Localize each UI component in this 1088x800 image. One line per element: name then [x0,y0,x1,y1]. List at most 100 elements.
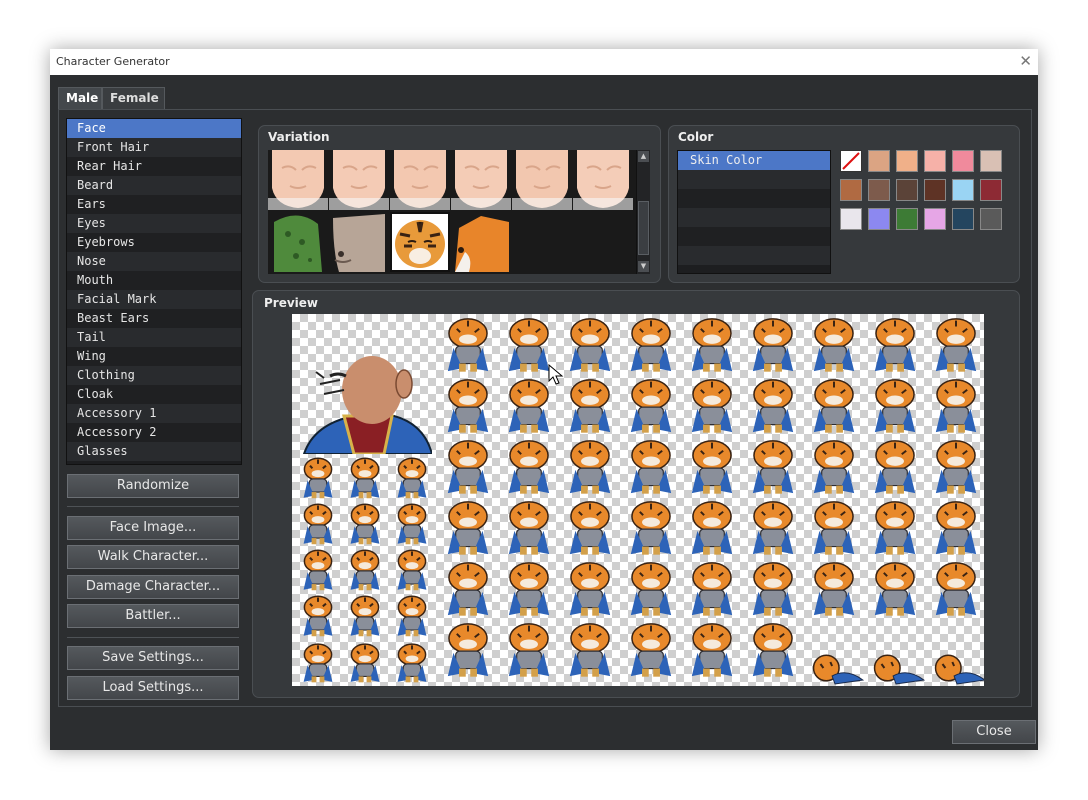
color-swatch[interactable] [924,179,946,201]
battler-button[interactable]: Battler... [67,604,239,628]
walk-sprite [397,549,427,591]
title-bar: Character Generator ✕ [50,49,1038,75]
tiger-face-icon [390,212,450,272]
color-swatch[interactable] [952,208,974,230]
walk-sprite [303,549,333,591]
no-color-icon [842,152,860,170]
walk-character-button[interactable]: Walk Character... [67,545,239,569]
battler-sprite [874,318,916,372]
part-item[interactable]: Eyebrows [67,233,241,252]
variation-thumb[interactable] [268,150,328,210]
color-swatch[interactable] [868,208,890,230]
randomize-button[interactable]: Randomize [67,474,239,498]
battler-sprite [935,379,977,433]
color-swatch[interactable] [868,150,890,172]
color-target-empty-row [678,170,830,189]
battler-sprite [691,318,733,372]
battler-sprite [752,623,794,677]
preview-title: Preview [264,296,319,310]
tab-male[interactable]: Male [58,87,102,110]
save-settings-button[interactable]: Save Settings... [67,646,239,670]
color-swatch[interactable] [896,208,918,230]
variation-grid[interactable] [268,150,638,274]
fox-face-icon [451,212,511,272]
color-swatch[interactable] [896,150,918,172]
part-item[interactable]: Tail [67,328,241,347]
preview-canvas [292,314,984,686]
color-swatch[interactable] [896,179,918,201]
part-item[interactable]: Eyes [67,214,241,233]
color-swatch[interactable] [980,208,1002,230]
face-image-button[interactable]: Face Image... [67,516,239,540]
part-item[interactable]: Clothing [67,366,241,385]
variation-scrollbar[interactable]: ▲ ▼ [636,150,650,274]
part-item[interactable]: Ears [67,195,241,214]
color-swatch[interactable] [980,150,1002,172]
variation-thumb[interactable] [329,150,389,210]
walk-sprite [350,549,380,591]
load-settings-button[interactable]: Load Settings... [67,676,239,700]
part-item[interactable]: Wing [67,347,241,366]
part-item[interactable]: Beast Ears [67,309,241,328]
part-item[interactable]: Rear Hair [67,157,241,176]
no-color-swatch[interactable] [840,150,862,172]
walk-sprite [303,457,333,499]
color-target-list[interactable]: Skin Color [677,150,831,274]
battler-sprite [447,501,489,555]
close-icon[interactable]: ✕ [1019,52,1032,70]
part-item[interactable]: Accessory 2 [67,423,241,442]
battler-sprite [447,562,489,616]
part-item[interactable]: Front Hair [67,138,241,157]
variation-thumb[interactable] [390,212,450,272]
scroll-up-icon[interactable]: ▲ [638,151,649,162]
color-target-item[interactable]: Skin Color [678,151,830,170]
color-swatch[interactable] [980,179,1002,201]
color-swatch[interactable] [924,150,946,172]
part-item[interactable]: Cloak [67,385,241,404]
separator [67,506,239,507]
color-swatch[interactable] [840,208,862,230]
battler-sprite [569,562,611,616]
variation-thumb[interactable] [390,150,450,210]
close-button[interactable]: Close [952,720,1036,744]
variation-thumb[interactable] [573,150,633,210]
part-list[interactable]: Face Front Hair Rear Hair Beard Ears Eyes Eyeb… [66,118,242,465]
color-swatch[interactable] [952,150,974,172]
variation-thumb[interactable] [512,150,572,210]
part-item[interactable]: Accessory 1 [67,404,241,423]
part-item[interactable]: Glasses [67,442,241,461]
color-swatch[interactable] [924,208,946,230]
color-swatch[interactable] [868,179,890,201]
walk-sprite [303,595,333,637]
variation-thumb[interactable] [451,150,511,210]
battler-sprite [874,440,916,494]
part-item[interactable]: Nose [67,252,241,271]
battler-sprite [874,379,916,433]
battler-sprite [691,562,733,616]
scroll-down-icon[interactable]: ▼ [638,261,649,272]
part-item[interactable]: Mouth [67,271,241,290]
part-item[interactable]: Beard [67,176,241,195]
battler-sprite-lying [812,654,864,685]
scroll-thumb[interactable] [638,201,649,255]
battler-sprite [874,501,916,555]
battler-sprite [752,562,794,616]
tab-female[interactable]: Female [102,87,165,110]
damage-character-button[interactable]: Damage Character... [67,575,239,599]
battler-sprite [630,623,672,677]
variation-thumb[interactable] [268,212,328,272]
variation-title: Variation [268,130,330,144]
part-item[interactable]: Face [67,119,241,138]
color-swatch[interactable] [952,179,974,201]
human-face-icon [329,150,389,210]
walk-sprite [397,503,427,545]
variation-thumb[interactable] [329,212,389,272]
variation-thumb[interactable] [451,212,511,272]
color-swatch[interactable] [840,179,862,201]
battler-sprite [691,501,733,555]
face-portrait-preview [302,356,432,454]
color-target-empty-row [678,246,830,265]
human-face-icon [573,150,633,210]
battler-sprite [691,379,733,433]
part-item[interactable]: Facial Mark [67,290,241,309]
